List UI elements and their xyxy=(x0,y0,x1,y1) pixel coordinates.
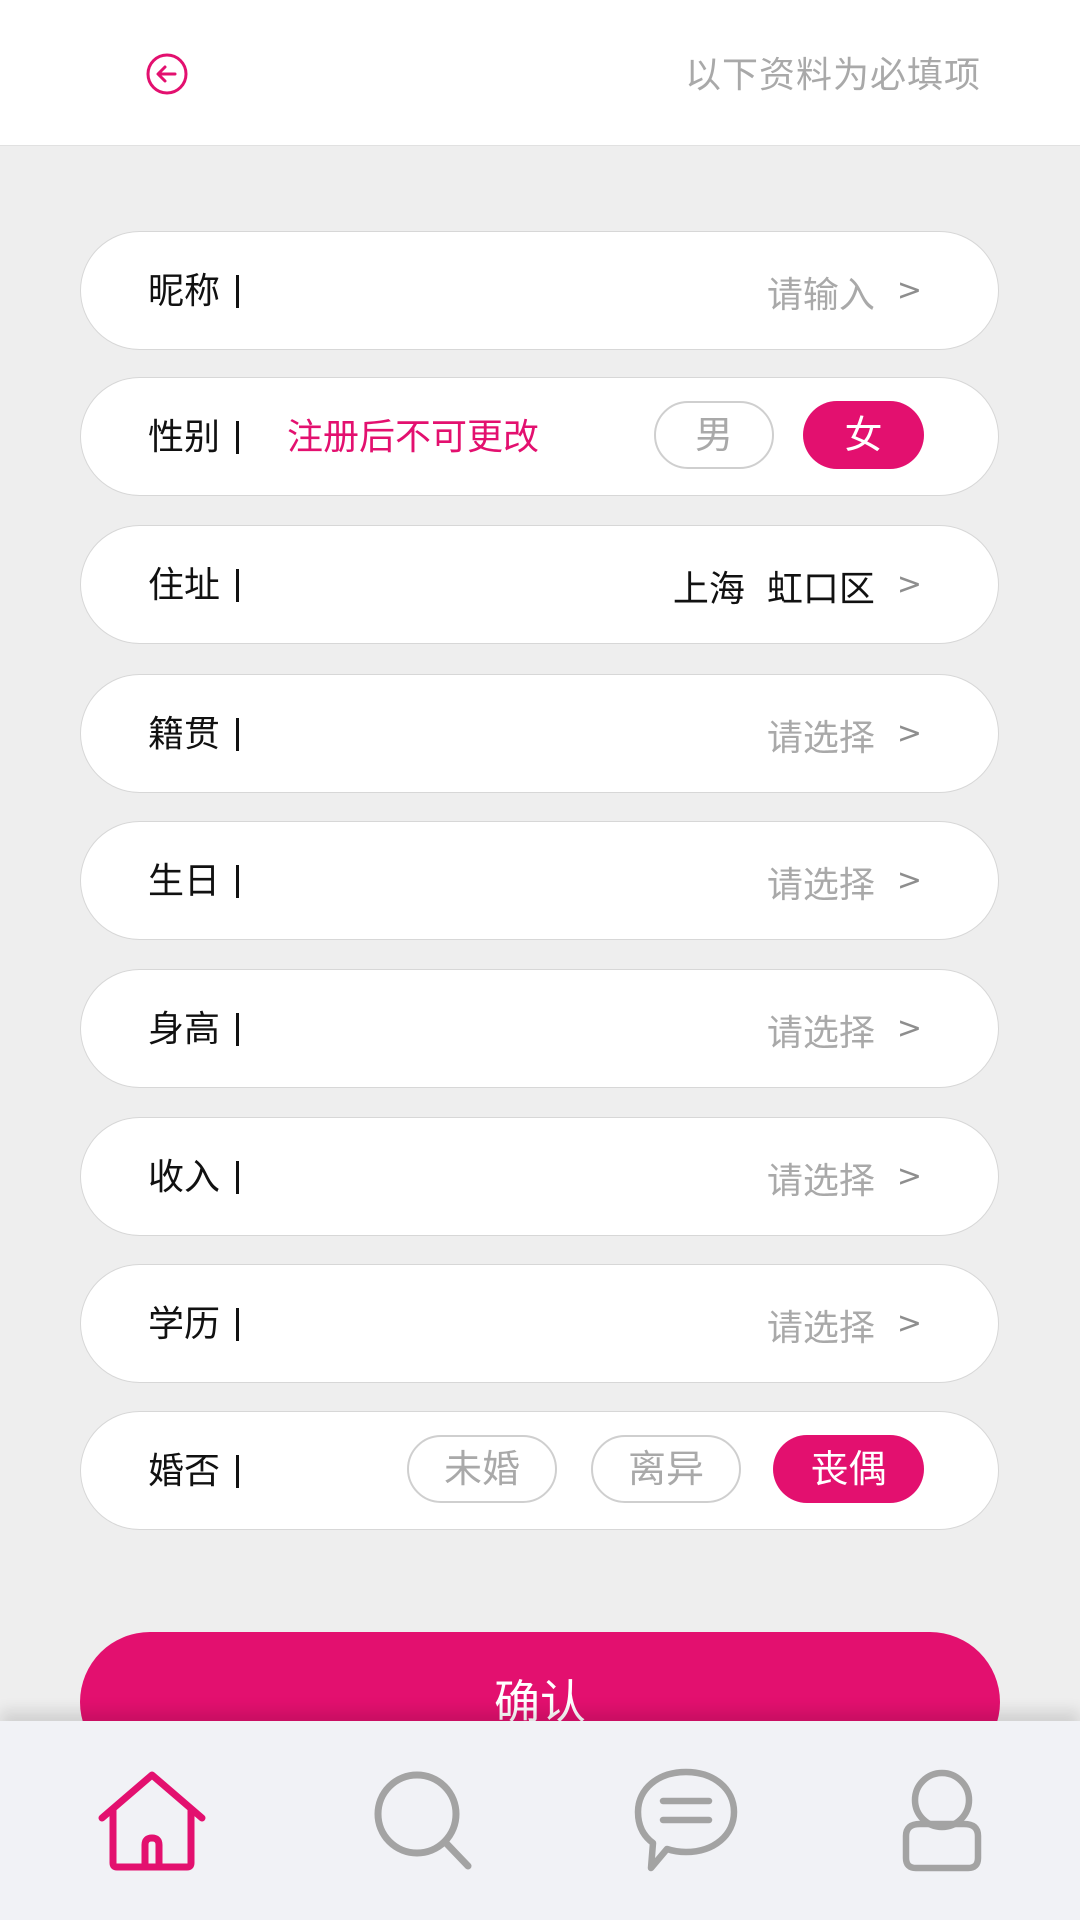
education-label: 学历 xyxy=(148,1304,221,1345)
education-placeholder: 请选择 xyxy=(766,1307,875,1349)
birthday-selector[interactable]: 请选择 > xyxy=(767,822,922,941)
chevron-right-icon: > xyxy=(896,272,922,308)
chevron-right-icon: > xyxy=(896,862,922,898)
label-divider xyxy=(236,1308,239,1341)
education-selector[interactable]: 请选择 > xyxy=(767,1265,922,1384)
hometown-label: 籍贯 xyxy=(148,714,221,755)
gender-row: 性别 注册后不可更改 男 女 xyxy=(80,377,999,496)
label-divider xyxy=(236,865,239,898)
income-placeholder: 请选择 xyxy=(766,1160,875,1202)
height-placeholder: 请选择 xyxy=(766,1012,875,1054)
birthday-placeholder: 请选择 xyxy=(766,864,875,906)
gender-option-male[interactable]: 男 xyxy=(654,401,774,469)
income-label: 收入 xyxy=(148,1157,221,1198)
nav-search[interactable] xyxy=(362,1766,482,1876)
address-city: 上海 xyxy=(672,568,745,610)
nickname-label: 昵称 xyxy=(148,271,221,312)
address-row[interactable]: 住址 上海 虹口区 > xyxy=(80,525,999,644)
income-row[interactable]: 收入 请选择 > xyxy=(80,1117,999,1236)
birthday-label: 生日 xyxy=(148,861,221,902)
chevron-right-icon: > xyxy=(896,1158,922,1194)
label-divider xyxy=(236,1455,239,1488)
height-label: 身高 xyxy=(148,1009,221,1050)
search-icon xyxy=(374,1771,472,1870)
label-divider xyxy=(236,1013,239,1046)
back-button[interactable] xyxy=(146,53,188,95)
gender-option-female[interactable]: 女 xyxy=(803,401,924,469)
address-district: 虹口区 xyxy=(766,568,875,610)
hometown-placeholder: 请选择 xyxy=(766,717,875,759)
user-icon xyxy=(902,1769,982,1872)
label-divider xyxy=(236,1161,239,1194)
birthday-row[interactable]: 生日 请选择 > xyxy=(80,821,999,940)
address-selector[interactable]: 上海 虹口区 > xyxy=(673,526,922,645)
height-selector[interactable]: 请选择 > xyxy=(767,970,922,1089)
gender-hint: 注册后不可更改 xyxy=(287,417,540,458)
address-value: 上海 虹口区 xyxy=(673,560,875,612)
chevron-right-icon: > xyxy=(896,1010,922,1046)
address-label: 住址 xyxy=(148,565,221,606)
marital-label: 婚否 xyxy=(148,1451,221,1492)
label-divider xyxy=(236,421,239,454)
chat-icon xyxy=(634,1768,738,1872)
nickname-input[interactable]: 请输入 > xyxy=(767,232,922,351)
nav-messages[interactable] xyxy=(626,1766,746,1876)
marital-option-single[interactable]: 未婚 xyxy=(407,1435,557,1503)
hometown-selector[interactable]: 请选择 > xyxy=(767,675,922,794)
nickname-row[interactable]: 昵称 请输入 > xyxy=(80,231,999,350)
income-selector[interactable]: 请选择 > xyxy=(767,1118,922,1237)
bottom-nav xyxy=(0,1721,1080,1920)
back-arrow-icon xyxy=(146,53,188,95)
hometown-row[interactable]: 籍贯 请选择 > xyxy=(80,674,999,793)
label-divider xyxy=(236,275,239,308)
label-divider xyxy=(236,718,239,751)
nickname-placeholder: 请输入 xyxy=(766,274,875,316)
marital-row: 婚否 未婚 离异 丧偶 xyxy=(80,1411,999,1530)
nav-home[interactable] xyxy=(92,1766,212,1876)
home-icon xyxy=(98,1771,206,1871)
marital-option-divorced[interactable]: 离异 xyxy=(591,1435,741,1503)
label-divider xyxy=(236,569,239,602)
marital-option-widowed[interactable]: 丧偶 xyxy=(773,1435,924,1503)
height-row[interactable]: 身高 请选择 > xyxy=(80,969,999,1088)
top-bar: 以下资料为必填项 xyxy=(0,0,1080,145)
chevron-right-icon: > xyxy=(896,715,922,751)
education-row[interactable]: 学历 请选择 > xyxy=(80,1264,999,1383)
chevron-right-icon: > xyxy=(896,566,922,602)
required-fields-note: 以下资料为必填项 xyxy=(684,55,981,96)
chevron-right-icon: > xyxy=(896,1305,922,1341)
gender-label: 性别 xyxy=(148,417,221,458)
nav-profile[interactable] xyxy=(882,1766,1002,1876)
